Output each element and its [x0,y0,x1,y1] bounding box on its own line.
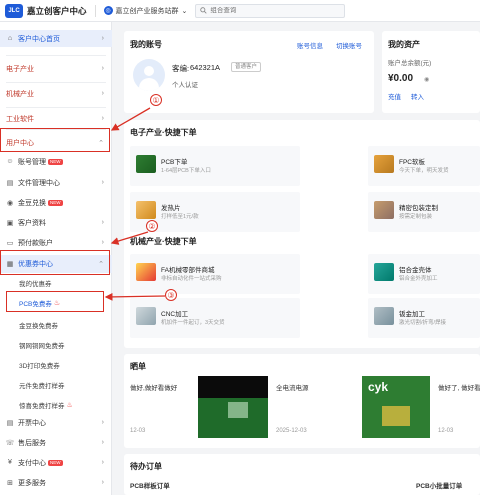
annotation-arrows [104,107,166,301]
annotation-marker-2: ② [146,220,158,232]
annotation-marker-3: ③ [165,289,177,301]
annotation-marker-1: ① [150,94,162,106]
